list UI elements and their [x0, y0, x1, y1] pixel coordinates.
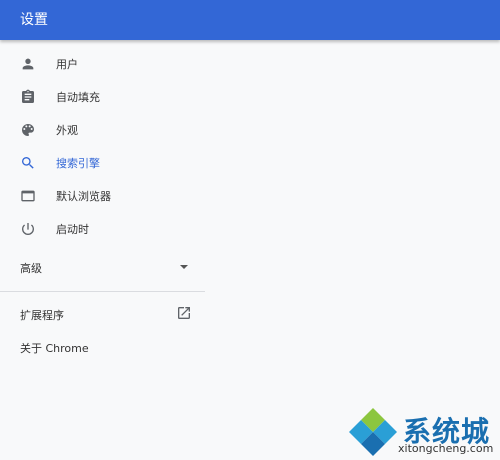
chevron-down-icon: [180, 265, 188, 269]
settings-sidebar: 用户 自动填充 外观 搜索引擎 默认浏览器 启动时 高级 扩展程序 关于 Chr…: [0, 40, 205, 460]
watermark-url: xitongcheng.com: [398, 442, 494, 455]
person-icon: [18, 54, 38, 74]
sidebar-item-label: 外观: [56, 123, 78, 137]
advanced-label: 高级: [20, 262, 42, 275]
site-watermark: 系统城 xitongcheng.com: [345, 404, 500, 460]
extensions-link[interactable]: 扩展程序: [0, 299, 205, 329]
sidebar-item-label: 搜索引擎: [56, 156, 100, 170]
sidebar-item-people[interactable]: 用户: [0, 47, 205, 80]
browser-window-icon: [18, 186, 38, 206]
open-in-new-icon: [176, 305, 192, 321]
power-icon: [18, 219, 38, 239]
sidebar-item-label: 自动填充: [56, 90, 100, 104]
sidebar-item-label: 用户: [56, 57, 78, 71]
about-chrome-label: 关于 Chrome: [20, 342, 89, 355]
extensions-label: 扩展程序: [20, 309, 64, 322]
sidebar-item-appearance[interactable]: 外观: [0, 113, 205, 146]
sidebar-item-autofill[interactable]: 自动填充: [0, 80, 205, 113]
advanced-section-toggle[interactable]: 高级: [0, 252, 205, 282]
sidebar-item-label: 默认浏览器: [56, 189, 111, 203]
sidebar-item-label: 启动时: [56, 222, 89, 236]
sidebar-item-search-engine[interactable]: 搜索引擎: [0, 146, 205, 179]
watermark-logo-icon: [349, 408, 397, 456]
clipboard-icon: [18, 87, 38, 107]
sidebar-item-default-browser[interactable]: 默认浏览器: [0, 179, 205, 212]
sidebar-item-on-startup[interactable]: 启动时: [0, 212, 205, 245]
sidebar-divider: [0, 291, 205, 292]
page-title: 设置: [20, 12, 48, 28]
about-chrome-link[interactable]: 关于 Chrome: [0, 332, 205, 362]
palette-icon: [18, 120, 38, 140]
search-icon: [18, 153, 38, 173]
settings-header: 设置: [0, 0, 500, 40]
